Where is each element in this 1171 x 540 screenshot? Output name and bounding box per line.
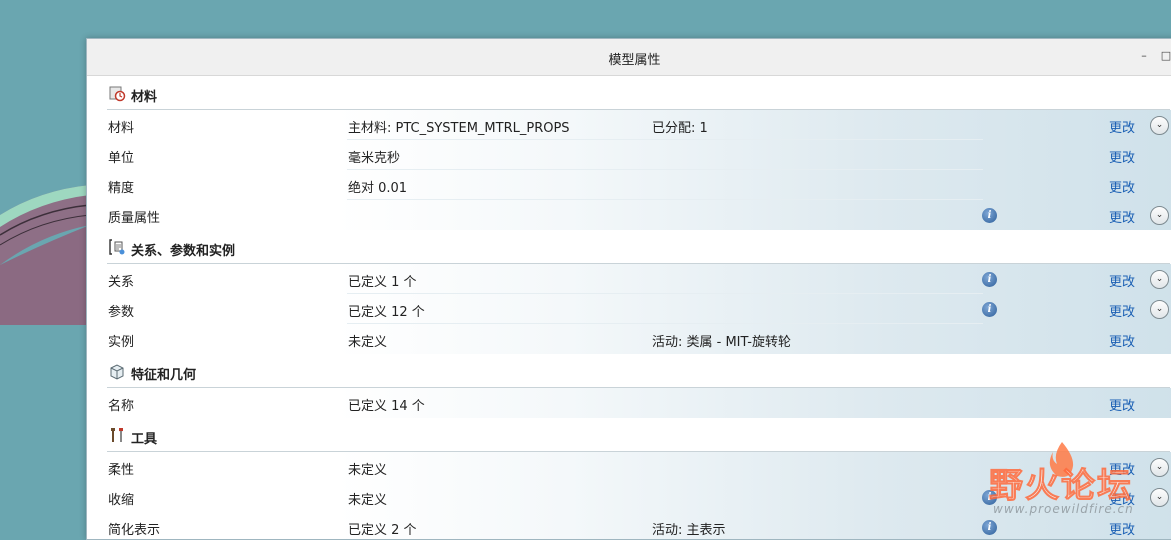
row-value: 主材料: PTC_SYSTEM_MTRL_PROPS <box>348 121 570 136</box>
features-icon <box>110 364 124 380</box>
info-icon[interactable]: i <box>982 302 997 317</box>
section-materials: 材料 <box>87 76 1171 110</box>
row-extra: 活动: 类属 - MIT-旋转轮 <box>652 335 791 350</box>
row-value: 已定义 2 个 <box>348 523 417 538</box>
row-label: 收缩 <box>108 493 135 508</box>
info-icon[interactable]: i <box>982 490 997 505</box>
row-value: 未定义 <box>348 463 388 478</box>
row-label: 关系 <box>108 275 135 290</box>
info-icon[interactable]: i <box>982 520 997 535</box>
row-flexibility: 柔性 未定义 更改 ⌄ <box>87 452 1171 482</box>
row-label: 精度 <box>108 181 135 196</box>
row-accuracy: 精度 绝对 0.01 更改 <box>87 170 1171 200</box>
row-label: 简化表示 <box>108 523 161 538</box>
row-value: 已定义 1 个 <box>348 275 417 290</box>
change-link-relations[interactable]: 更改 <box>1109 271 1135 290</box>
info-icon[interactable]: i <box>982 208 997 223</box>
chevron-down-icon[interactable]: ⌄ <box>1150 300 1169 319</box>
section-relations: 关系、参数和实例 <box>87 230 1171 264</box>
section-title-tools: 工具 <box>131 432 158 447</box>
tools-icon <box>111 428 123 442</box>
maximize-button[interactable]: □ <box>1159 49 1171 62</box>
info-icon[interactable]: i <box>982 272 997 287</box>
row-extra: 已分配: 1 <box>652 121 708 136</box>
change-link-simplified-rep[interactable]: 更改 <box>1109 519 1135 538</box>
change-link-units[interactable]: 更改 <box>1109 147 1135 166</box>
model-properties-dialog: 模型属性 – □ 材料 材料 主材料: PTC_SYSTEM_MTRL_PROP… <box>86 38 1171 540</box>
chevron-down-icon[interactable]: ⌄ <box>1150 116 1169 135</box>
row-value: 绝对 0.01 <box>348 181 408 196</box>
row-label: 柔性 <box>108 463 135 478</box>
row-label: 实例 <box>108 335 135 350</box>
row-value: 未定义 <box>348 493 388 508</box>
row-value: 毫米克秒 <box>348 151 401 166</box>
minimize-button[interactable]: – <box>1137 49 1151 62</box>
row-shrinkage: 收缩 未定义 i 更改 ⌄ <box>87 482 1171 512</box>
background-model-fragment <box>0 185 90 325</box>
section-title-features: 特征和几何 <box>131 368 197 383</box>
change-link-flexibility[interactable]: 更改 <box>1109 459 1135 478</box>
materials-icon <box>109 86 126 102</box>
row-simplified-rep: 简化表示 已定义 2 个 活动: 主表示 i 更改 <box>87 512 1171 539</box>
row-label: 材料 <box>108 121 135 136</box>
row-units: 单位 毫米克秒 更改 <box>87 140 1171 170</box>
section-title-relations: 关系、参数和实例 <box>131 244 236 259</box>
row-label: 名称 <box>108 399 135 414</box>
row-material: 材料 主材料: PTC_SYSTEM_MTRL_PROPS 已分配: 1 更改 … <box>87 110 1171 140</box>
row-instances: 实例 未定义 活动: 类属 - MIT-旋转轮 更改 <box>87 324 1171 354</box>
change-link-mass-properties[interactable]: 更改 <box>1109 207 1135 226</box>
row-label: 单位 <box>108 151 135 166</box>
row-mass-properties: 质量属性 i 更改 ⌄ <box>87 200 1171 230</box>
relations-icon <box>109 239 125 255</box>
section-tools: 工具 <box>87 418 1171 452</box>
row-value: 未定义 <box>348 335 388 350</box>
change-link-parameters[interactable]: 更改 <box>1109 301 1135 320</box>
change-link-shrinkage[interactable]: 更改 <box>1109 489 1135 508</box>
row-label: 质量属性 <box>108 211 161 226</box>
row-relations: 关系 已定义 1 个 i 更改 ⌄ <box>87 264 1171 294</box>
row-value: 已定义 14 个 <box>348 399 425 414</box>
change-link-material[interactable]: 更改 <box>1109 117 1135 136</box>
row-extra: 活动: 主表示 <box>652 523 726 538</box>
section-features: 特征和几何 <box>87 354 1171 388</box>
row-parameters: 参数 已定义 12 个 i 更改 ⌄ <box>87 294 1171 324</box>
change-link-instances[interactable]: 更改 <box>1109 331 1135 350</box>
chevron-down-icon[interactable]: ⌄ <box>1150 458 1169 477</box>
row-value: 已定义 12 个 <box>348 305 425 320</box>
chevron-down-icon[interactable]: ⌄ <box>1150 206 1169 225</box>
row-names: 名称 已定义 14 个 更改 <box>87 388 1171 418</box>
chevron-down-icon[interactable]: ⌄ <box>1150 270 1169 289</box>
chevron-down-icon[interactable]: ⌄ <box>1150 488 1169 507</box>
dialog-titlebar: 模型属性 – □ <box>87 39 1171 76</box>
dialog-title: 模型属性 <box>608 53 661 68</box>
section-title-materials: 材料 <box>131 90 158 105</box>
row-label: 参数 <box>108 305 135 320</box>
change-link-accuracy[interactable]: 更改 <box>1109 177 1135 196</box>
change-link-names[interactable]: 更改 <box>1109 395 1135 414</box>
